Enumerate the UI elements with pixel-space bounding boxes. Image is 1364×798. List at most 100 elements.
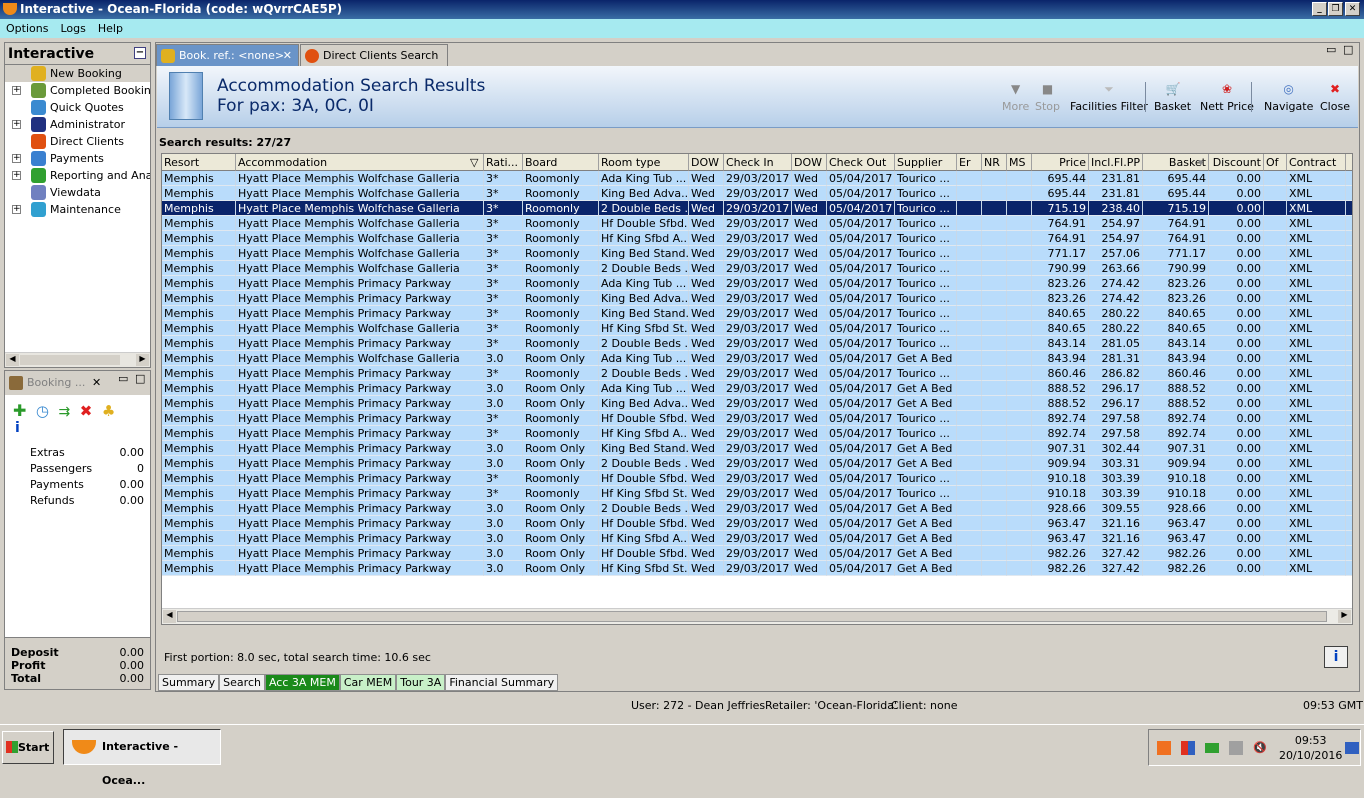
table-row[interactable]: Memphis Hyatt Place Memphis Wolfchase Gal… [162, 261, 1352, 276]
add-icon[interactable]: ✚ [13, 401, 26, 420]
cell-board[interactable]: Board [523, 154, 599, 171]
table-row[interactable]: Memphis Hyatt Place Memphis Primacy Parkw… [162, 441, 1352, 456]
cell-check-out[interactable]: Check Out [827, 154, 895, 171]
table-row[interactable]: Memphis Hyatt Place Memphis Primacy Parkw… [162, 546, 1352, 561]
menu-options[interactable]: Options [6, 22, 48, 35]
facilities-filter-button[interactable]: ⏷ Facilities Filter [1070, 82, 1148, 113]
minimize-panel-button[interactable]: ▭ [118, 367, 128, 391]
scrollbar-thumb[interactable] [177, 611, 1327, 622]
sidebar-item-administrator[interactable]: + Administrator [5, 116, 150, 133]
table-row[interactable]: Memphis Hyatt Place Memphis Primacy Parkw… [162, 516, 1352, 531]
sidebar-item-viewdata[interactable]: Viewdata [5, 184, 150, 201]
cell-ms[interactable]: MS [1007, 154, 1032, 171]
table-row[interactable]: Memphis Hyatt Place Memphis Primacy Parkw… [162, 411, 1352, 426]
bottom-tab-tour-3a[interactable]: Tour 3A [396, 674, 446, 691]
bottom-tab-acc-3a-mem[interactable]: Acc 3A MEM [264, 674, 340, 691]
table-row[interactable]: Memphis Hyatt Place Memphis Wolfchase Gal… [162, 216, 1352, 231]
cell-supplier[interactable]: Supplier [895, 154, 957, 171]
delete-icon[interactable]: ✖ [80, 402, 93, 420]
clock[interactable]: 09:53 20/10/2016 [1279, 733, 1342, 763]
info-button[interactable]: i [1324, 646, 1348, 668]
tab-direct-clients-search[interactable]: Direct Clients Search [300, 44, 448, 66]
tray-network-icon[interactable] [1229, 741, 1243, 755]
cell-discount[interactable]: Discount [1209, 154, 1264, 171]
table-row[interactable]: Memphis Hyatt Place Memphis Primacy Parkw… [162, 531, 1352, 546]
table-row[interactable]: Memphis Hyatt Place Memphis Primacy Parkw… [162, 396, 1352, 411]
table-row[interactable]: Memphis Hyatt Place Memphis Primacy Parkw… [162, 381, 1352, 396]
cell-nr[interactable]: NR [982, 154, 1007, 171]
table-row[interactable]: Memphis Hyatt Place Memphis Wolfchase Gal… [162, 351, 1352, 366]
scroll-left-arrow-icon[interactable]: ◀ [163, 610, 176, 623]
cell-er[interactable]: Er [957, 154, 982, 171]
close-window-button[interactable]: ✕ [1345, 2, 1360, 16]
scroll-right-arrow-icon[interactable]: ▶ [136, 354, 149, 366]
sidebar-item-direct-clients[interactable]: Direct Clients [5, 133, 150, 150]
clock-icon[interactable]: ◷ [36, 402, 49, 420]
basket-button[interactable]: 🛒 Basket [1154, 82, 1191, 113]
nett-price-button[interactable]: ❀ Nett Price [1200, 82, 1254, 113]
table-row[interactable]: Memphis Hyatt Place Memphis Wolfchase Gal… [162, 186, 1352, 201]
horizontal-scrollbar[interactable]: ◀ ▶ [162, 608, 1352, 624]
minimize-tab-area-button[interactable]: ▭ [1326, 43, 1336, 56]
expand-icon[interactable]: + [12, 86, 21, 95]
table-row[interactable]: Memphis Hyatt Place Memphis Primacy Parkw… [162, 486, 1352, 501]
close-booking-button[interactable]: ✕ [92, 371, 101, 395]
bottom-tab-car-mem[interactable]: Car MEM [339, 674, 397, 691]
sidebar-item-reporting-and-analyt[interactable]: + Reporting and Analyt [5, 167, 150, 184]
cell-accommodation[interactable]: Accommodation [236, 154, 484, 171]
cell-resort[interactable]: Resort [162, 154, 236, 171]
tray-flag-icon[interactable] [1181, 741, 1195, 755]
table-row[interactable]: Memphis Hyatt Place Memphis Wolfchase Gal… [162, 321, 1352, 336]
transfer-icon[interactable]: ⇉ [59, 404, 71, 420]
tray-volume-muted-icon[interactable]: 🔇 [1253, 741, 1267, 755]
close-button[interactable]: ✖ Close [1320, 82, 1350, 113]
table-row[interactable]: Memphis Hyatt Place Memphis Wolfchase Gal… [162, 246, 1352, 261]
maximize-button[interactable]: ❐ [1328, 2, 1343, 16]
bottom-tab-summary[interactable]: Summary [158, 674, 220, 691]
table-row[interactable]: Memphis Hyatt Place Memphis Primacy Parkw… [162, 366, 1352, 381]
start-button[interactable]: Start [2, 731, 54, 764]
tray-app-icon[interactable] [1157, 741, 1171, 755]
table-row[interactable]: Memphis Hyatt Place Memphis Primacy Parkw… [162, 501, 1352, 516]
bottom-tab-financial-summary[interactable]: Financial Summary [445, 674, 559, 691]
maximize-tab-area-button[interactable]: □ [1343, 43, 1353, 56]
cell-contract[interactable]: Contract [1287, 154, 1346, 171]
cell-price[interactable]: Price [1032, 154, 1089, 171]
tab-booking-ref[interactable]: Book. ref.: <none> ✕ [156, 44, 299, 66]
menu-logs[interactable]: Logs [60, 22, 85, 35]
table-header[interactable]: Resort Accommodation Rati... Board Room type… [162, 154, 1352, 171]
menu-help[interactable]: Help [98, 22, 123, 35]
cell-dow[interactable]: DOW [792, 154, 827, 171]
table-row[interactable]: Memphis Hyatt Place Memphis Primacy Parkw… [162, 471, 1352, 486]
taskbar-item-interactive[interactable]: Interactive - Ocea... [63, 729, 221, 787]
bottom-tab-search[interactable]: Search [219, 674, 265, 691]
table-row[interactable]: Memphis Hyatt Place Memphis Wolfchase Gal… [162, 171, 1352, 186]
cell-of[interactable]: Of [1264, 154, 1287, 171]
cell-room-type[interactable]: Room type [599, 154, 689, 171]
table-row[interactable]: Memphis Hyatt Place Memphis Wolfchase Gal… [162, 201, 1352, 216]
tray-battery-icon[interactable] [1205, 743, 1219, 753]
sidebar-item-payments[interactable]: + Payments [5, 150, 150, 167]
sort-descending-icon[interactable]: ▾ [1198, 154, 1204, 171]
scrollbar-thumb[interactable] [20, 355, 120, 365]
sidebar-item-new-booking[interactable]: New Booking [5, 65, 150, 82]
expand-icon[interactable]: + [12, 171, 21, 180]
minimize-button[interactable]: _ [1312, 2, 1327, 16]
collapse-panel-button[interactable]: − [134, 47, 146, 59]
filter-icon[interactable]: ▽ [470, 154, 478, 171]
cell-dow[interactable]: DOW [689, 154, 724, 171]
table-row[interactable]: Memphis Hyatt Place Memphis Primacy Parkw… [162, 426, 1352, 441]
palm-tree-icon[interactable]: ♣ [102, 402, 115, 420]
expand-icon[interactable]: + [12, 120, 21, 129]
sidebar-item-completed-bookings[interactable]: + Completed Bookings [5, 82, 150, 99]
table-row[interactable]: Memphis Hyatt Place Memphis Primacy Parkw… [162, 291, 1352, 306]
table-row[interactable]: Memphis Hyatt Place Memphis Primacy Parkw… [162, 336, 1352, 351]
scroll-left-arrow-icon[interactable]: ◀ [6, 354, 19, 366]
sidebar-item-maintenance[interactable]: + Maintenance [5, 201, 150, 218]
table-row[interactable]: Memphis Hyatt Place Memphis Wolfchase Gal… [162, 231, 1352, 246]
navigate-button[interactable]: ◎ Navigate [1264, 82, 1313, 113]
show-desktop-icon[interactable] [1345, 742, 1359, 754]
table-row[interactable]: Memphis Hyatt Place Memphis Primacy Parkw… [162, 456, 1352, 471]
scroll-right-arrow-icon[interactable]: ▶ [1338, 610, 1351, 623]
expand-icon[interactable]: + [12, 205, 21, 214]
